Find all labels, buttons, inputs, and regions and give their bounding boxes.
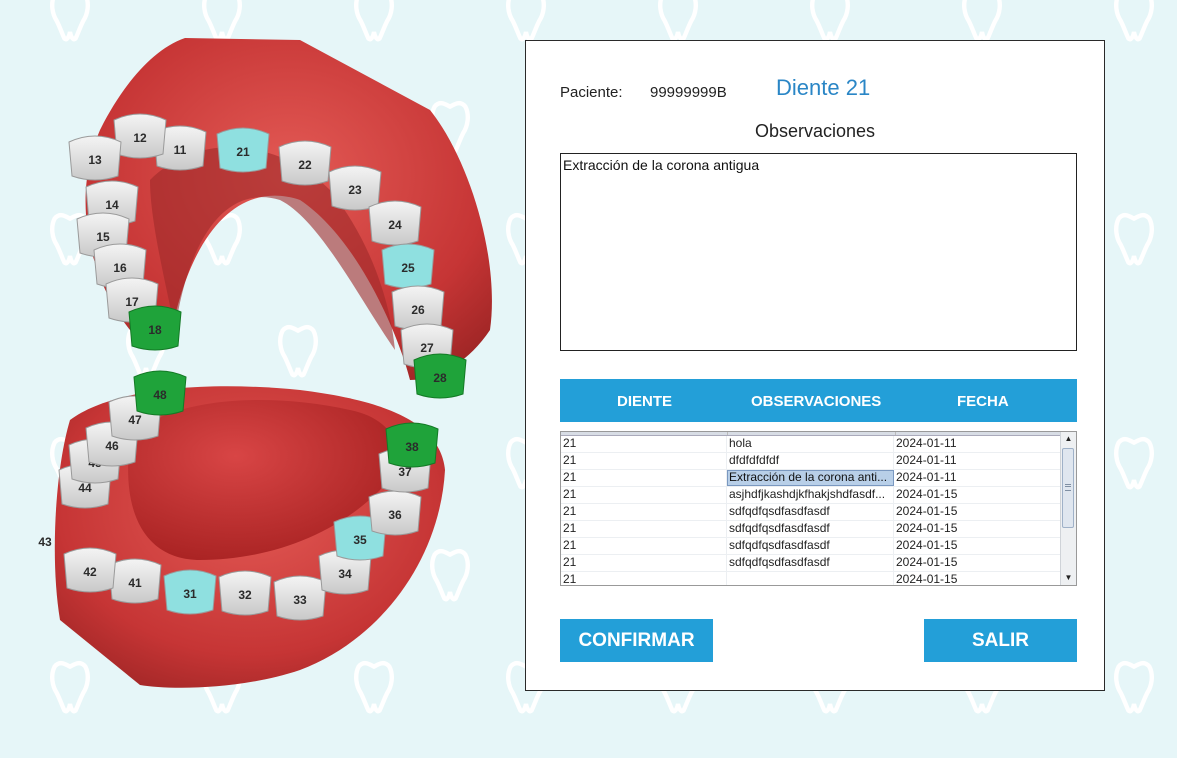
table-cell[interactable]: asjhdfjkashdjkfhakjshdfasdf...: [727, 487, 894, 503]
tooth-number-36: 36: [388, 508, 402, 522]
tooth-number-13: 13: [88, 153, 102, 167]
table-cell[interactable]: 2024-01-15: [894, 572, 1061, 585]
tooth-number-46: 46: [105, 439, 119, 453]
tooth-number-17: 17: [125, 295, 139, 309]
scrollbar-thumb[interactable]: [1062, 448, 1074, 528]
table-cell[interactable]: 21: [561, 453, 727, 469]
tooth-number-35: 35: [353, 533, 367, 547]
tooth-number-47: 47: [128, 413, 142, 427]
table-cell[interactable]: 21: [561, 436, 727, 452]
tooth-number-41: 41: [128, 576, 142, 590]
table-cell[interactable]: 2024-01-11: [894, 453, 1061, 469]
table-cell[interactable]: 2024-01-15: [894, 504, 1061, 520]
tooth-number-12: 12: [133, 131, 147, 145]
table-cell[interactable]: 2024-01-15: [894, 538, 1061, 554]
tooth-number-32: 32: [238, 588, 252, 602]
table-cell[interactable]: sdfqdfqsdfasdfasdf: [727, 504, 894, 520]
table-row[interactable]: 21 sdfqdfqsdfasdfasdf 2024-01-15: [561, 521, 1061, 538]
patient-id: 99999999B: [650, 84, 727, 101]
tooth-number-16: 16: [113, 261, 127, 275]
table-cell[interactable]: 2024-01-11: [894, 436, 1061, 452]
observations-textarea[interactable]: Extracción de la corona antigua: [560, 153, 1077, 351]
tooth-pattern-icon: [658, 0, 698, 42]
table-cell[interactable]: sdfqdfqsdfasdfasdf: [727, 555, 894, 571]
tooth-number-21: 21: [236, 145, 250, 159]
tooth-number-48: 48: [153, 388, 167, 402]
table-cell[interactable]: Extracción de la corona anti...: [727, 470, 894, 486]
table-row[interactable]: 21 sdfqdfqsdfasdfasdf 2024-01-15: [561, 504, 1061, 521]
table-body: 21 hola 2024-01-11 21 dfdfdfdfdf 2024-01-11 21…: [561, 436, 1061, 585]
tooth-number-14: 14: [105, 198, 119, 212]
table-cell[interactable]: dfdfdfdfdf: [727, 453, 894, 469]
table-cell[interactable]: sdfqdfqsdfasdfasdf: [727, 521, 894, 537]
tooth-number-25: 25: [401, 261, 415, 275]
table-row[interactable]: 21 dfdfdfdfdf 2024-01-11: [561, 453, 1061, 470]
dental-chart-illustration: 11 12 13 14 15 16 17 18 21 22 23 24 25 26 27 28 31 32 33 34…: [38, 38, 492, 688]
tooth-observations-panel: Paciente: 99999999B Diente 21 Observacio…: [525, 40, 1105, 691]
scroll-down-arrow-icon[interactable]: ▼: [1061, 571, 1076, 585]
tooth-number-11: 11: [174, 143, 187, 157]
table-cell[interactable]: sdfqdfqsdfasdfasdf: [727, 538, 894, 554]
tooth-number-38: 38: [405, 440, 419, 454]
table-cell[interactable]: 2024-01-15: [894, 521, 1061, 537]
tooth-number-43: 43: [38, 535, 52, 549]
tooth-number-26: 26: [411, 303, 425, 317]
tooth-number-24: 24: [388, 218, 402, 232]
tooth-pattern-icon: [1114, 212, 1154, 266]
tooth-number-31: 31: [183, 587, 197, 601]
table-row[interactable]: 21 asjhdfjkashdjkfhakjshdfasdf... 2024-01-…: [561, 487, 1061, 504]
patient-label: Paciente:: [560, 84, 623, 101]
table-cell[interactable]: 2024-01-15: [894, 555, 1061, 571]
tooth-pattern-icon: [1114, 436, 1154, 490]
observations-title: Observaciones: [754, 121, 876, 141]
tooth-number-28: 28: [433, 371, 447, 385]
table-cell[interactable]: 21: [561, 487, 727, 503]
table-scrollbar[interactable]: ▲ ▼: [1060, 432, 1076, 585]
tooth-number-23: 23: [348, 183, 362, 197]
table-cell[interactable]: 21: [561, 504, 727, 520]
table-header: DIENTE OBSERVACIONES FECHA: [560, 379, 1077, 422]
table-cell[interactable]: 21: [561, 470, 727, 486]
table-row[interactable]: 21 hola 2024-01-11: [561, 436, 1061, 453]
column-header-fecha[interactable]: FECHA: [957, 393, 1009, 410]
tooth-number-27: 27: [420, 341, 434, 355]
tooth-pattern-icon: [962, 0, 1002, 42]
table-cell[interactable]: 2024-01-15: [894, 487, 1061, 503]
table-cell[interactable]: 21: [561, 572, 727, 585]
table-cell[interactable]: 21: [561, 555, 727, 571]
table-row[interactable]: 21 sdfqdfqsdfasdfasdf 2024-01-15: [561, 538, 1061, 555]
table-cell[interactable]: hola: [727, 436, 894, 452]
tooth-pattern-icon: [1114, 0, 1154, 42]
column-header-diente[interactable]: DIENTE: [617, 393, 672, 410]
observations-table: 21 hola 2024-01-11 21 dfdfdfdfdf 2024-01-11 21…: [560, 431, 1077, 586]
table-cell[interactable]: [727, 572, 894, 585]
table-cell[interactable]: 2024-01-11: [894, 470, 1061, 486]
scroll-up-arrow-icon[interactable]: ▲: [1061, 432, 1076, 446]
tooth-number-34: 34: [338, 567, 352, 581]
tooth-pattern-icon: [810, 0, 850, 42]
tooth-number-18: 18: [148, 323, 162, 337]
column-header-observaciones[interactable]: OBSERVACIONES: [751, 393, 881, 410]
table-row[interactable]: 21 sdfqdfqsdfasdfasdf 2024-01-15: [561, 555, 1061, 572]
table-row[interactable]: 21 Extracción de la corona anti... 2024-01…: [561, 470, 1061, 487]
exit-button[interactable]: SALIR: [924, 619, 1077, 662]
selected-tooth-title: Diente 21: [776, 75, 871, 100]
table-row[interactable]: 21 2024-01-15: [561, 572, 1061, 585]
tooth-number-33: 33: [293, 593, 307, 607]
tooth-number-15: 15: [96, 230, 110, 244]
table-cell[interactable]: 21: [561, 521, 727, 537]
table-cell[interactable]: 21: [561, 538, 727, 554]
confirm-button[interactable]: CONFIRMAR: [560, 619, 713, 662]
tooth-number-22: 22: [298, 158, 312, 172]
tooth-number-42: 42: [83, 565, 97, 579]
tooth-pattern-icon: [1114, 660, 1154, 714]
